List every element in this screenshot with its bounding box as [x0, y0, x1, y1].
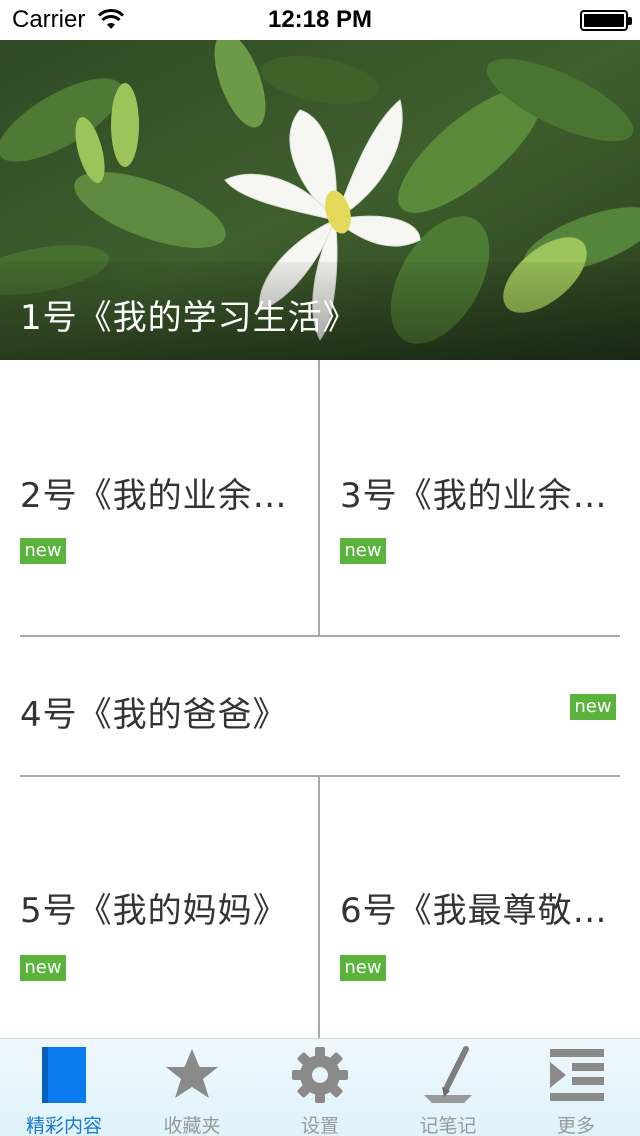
pen-icon [424, 1046, 472, 1103]
tab-more[interactable]: 更多 [512, 1039, 640, 1136]
star-icon [166, 1049, 218, 1098]
article-title: 6号《我最尊敬… [340, 891, 608, 931]
book-icon [42, 1047, 86, 1103]
tab-favorites[interactable]: 收藏夹 [128, 1039, 256, 1136]
new-badge: new [340, 955, 386, 981]
divider [318, 777, 320, 1038]
tab-label: 精彩内容 [25, 1115, 102, 1136]
article-title: 5号《我的妈妈》 [20, 891, 288, 931]
tab-label: 设置 [300, 1115, 339, 1136]
tab-label: 更多 [556, 1115, 595, 1136]
tab-featured[interactable]: 精彩内容 [0, 1039, 128, 1136]
gear-icon [292, 1047, 348, 1103]
article-title: 2号《我的业余… [20, 476, 288, 516]
new-badge: new [340, 538, 386, 564]
list-icon [550, 1049, 604, 1101]
article-item[interactable]: 6号《我最尊敬… new [320, 777, 640, 1038]
article-title: 4号《我的爸爸》 [20, 695, 288, 735]
tab-notes[interactable]: 记笔记 [384, 1039, 512, 1136]
tab-settings[interactable]: 设置 [256, 1039, 384, 1136]
tab-label: 记笔记 [419, 1115, 477, 1136]
article-title: 3号《我的业余… [340, 476, 608, 516]
article-item[interactable]: 2号《我的业余… new [0, 360, 318, 636]
article-item[interactable]: 3号《我的业余… new [320, 360, 640, 636]
new-badge: new [20, 955, 66, 981]
article-item[interactable]: 4号《我的爸爸》 new [0, 637, 640, 775]
divider [318, 360, 320, 636]
hero-title: 1号《我的学习生活》 [20, 298, 358, 338]
hero-banner[interactable]: 1号《我的学习生活》 [0, 40, 640, 360]
battery-icon [580, 10, 632, 31]
new-badge: new [20, 538, 66, 564]
new-badge: new [570, 694, 616, 720]
tab-bar: 精彩内容 收藏夹 设置 记笔记 更多 [0, 1038, 640, 1136]
tab-label: 收藏夹 [163, 1115, 221, 1136]
clock: 12:18 PM [267, 6, 373, 33]
status-bar: Carrier 12:18 PM [0, 0, 640, 40]
article-item[interactable]: 5号《我的妈妈》 new [0, 777, 318, 1038]
